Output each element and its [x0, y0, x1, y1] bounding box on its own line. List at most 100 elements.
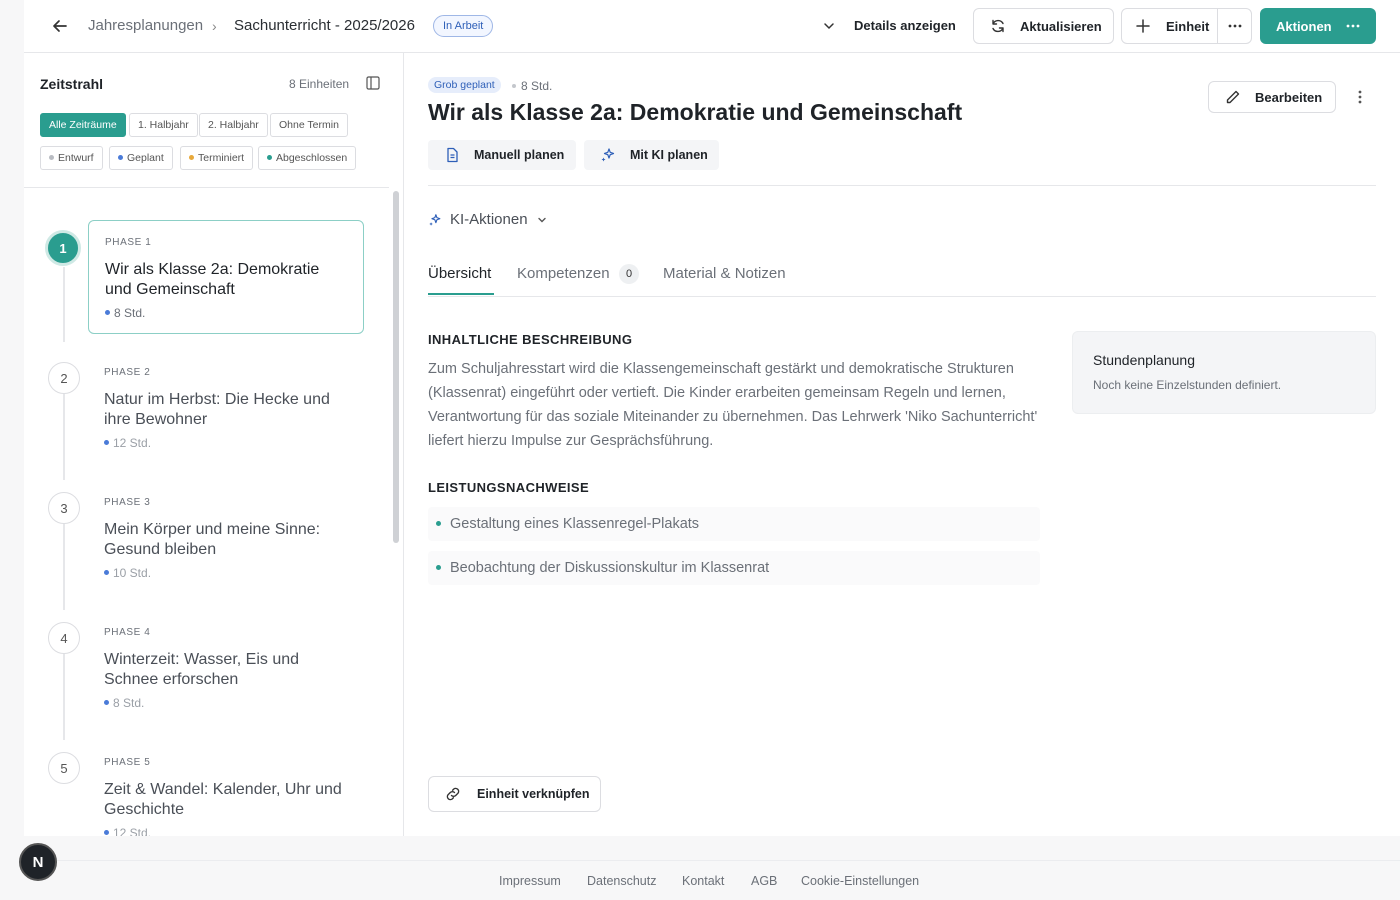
phase-label: PHASE 3: [104, 497, 151, 508]
phase-card-4[interactable]: PHASE 4 Winterzeit: Wasser, Eis und Schn…: [88, 611, 364, 726]
refresh-icon: [992, 19, 1004, 33]
plus-icon: [1136, 19, 1150, 33]
phase-hours: 12 Std.: [104, 436, 348, 450]
phase-hours-value: 8 Std.: [113, 696, 145, 710]
footer-link-cookie-settings[interactable]: Cookie-Einstellungen: [801, 874, 919, 888]
phase-title: Wir als Klasse 2a: Demokratie und Gemein…: [105, 261, 320, 298]
phase-label: PHASE 4: [104, 627, 151, 638]
phase-title: Winterzeit: Wasser, Eis und Schnee erfor…: [104, 651, 300, 688]
filter-status-planned[interactable]: Geplant: [109, 146, 173, 170]
status-dot: [105, 310, 110, 316]
sidebar-collapse-icon[interactable]: [366, 76, 380, 90]
tab-competencies[interactable]: Kompetenzen: [517, 265, 610, 282]
footer-link-imprint[interactable]: Impressum: [499, 874, 561, 888]
phase-card-3[interactable]: PHASE 3 Mein Körper und meine Sinne: Ges…: [88, 481, 364, 596]
breadcrumb-subject[interactable]: Sachunterricht - 2025/2026: [234, 17, 415, 34]
lesson-plan-title: Stundenplanung: [1093, 352, 1195, 368]
more-horizontal-icon: [1228, 24, 1242, 28]
phase-number-2[interactable]: 2: [48, 362, 80, 394]
assessment-text: Gestaltung eines Klassenregel-Plakats: [450, 516, 700, 532]
filter-status-draft[interactable]: Entwurf: [40, 146, 103, 170]
chip-label: Geplant: [127, 152, 164, 164]
tab-material-notes[interactable]: Material & Notizen: [663, 265, 786, 282]
phase-number-4[interactable]: 4: [48, 622, 80, 654]
filter-status-scheduled[interactable]: Terminiert: [180, 146, 254, 170]
chip-label: Terminiert: [198, 152, 245, 164]
lesson-plan-empty-text: Noch keine Einzelstunden definiert.: [1093, 378, 1282, 392]
document-icon: [447, 147, 458, 163]
chevron-down-icon: [537, 217, 546, 222]
unit-hours-value: 8 Std.: [521, 79, 553, 93]
phase-title: Mein Körper und meine Sinne: Gesund blei…: [104, 521, 321, 558]
list-item: Beobachtung der Diskussionskultur im Kla…: [428, 551, 1040, 585]
unit-detail-panel: Grob geplant 8 Std. Wir als Klasse 2a: D…: [404, 53, 1400, 836]
phase-hours: 12 Std.: [104, 826, 348, 836]
breadcrumb-planning[interactable]: Jahresplanungen: [88, 17, 203, 34]
filter-no-date[interactable]: Ohne Termin: [270, 113, 348, 137]
phase-hours-value: 12 Std.: [113, 826, 152, 836]
details-toggle[interactable]: Details anzeigen: [854, 18, 956, 33]
ai-actions-label: KI-Aktionen: [450, 211, 528, 228]
phase-hours-value: 8 Std.: [114, 306, 146, 320]
unit-button-group: Einheit: [1121, 8, 1252, 44]
timeline-connector: [63, 267, 65, 342]
phase-card-5[interactable]: PHASE 5 Zeit & Wandel: Kalender, Uhr und…: [88, 741, 364, 836]
tab-overview[interactable]: Übersicht: [428, 265, 491, 282]
add-unit-button[interactable]: Einheit: [1122, 9, 1217, 43]
phase-hours-value: 12 Std.: [113, 436, 152, 450]
page-footer: Impressum Datenschutz Kontakt AGB Cookie…: [24, 860, 1400, 900]
status-dot: [104, 570, 109, 576]
filter-first-half[interactable]: 1. Halbjahr: [129, 113, 198, 137]
unit-label: Einheit: [1166, 18, 1210, 34]
phase-title: Natur im Herbst: Die Hecke und ihre Bewo…: [104, 391, 330, 428]
edit-button[interactable]: Bearbeiten: [1208, 81, 1336, 113]
list-item: Gestaltung eines Klassenregel-Plakats: [428, 507, 1040, 541]
refresh-button[interactable]: Aktualisieren: [973, 8, 1114, 44]
divider: [24, 187, 389, 188]
active-tab-indicator: [428, 293, 494, 295]
plan-with-ai-label: Mit KI planen: [630, 148, 708, 162]
phase-number-1[interactable]: 1: [45, 230, 81, 266]
assessment-heading: LEISTUNGSNACHWEISE: [428, 480, 590, 495]
sidebar-scrollbar[interactable]: [393, 191, 399, 543]
top-header: Jahresplanungen › Sachunterricht - 2025/…: [24, 0, 1400, 53]
app-avatar-button[interactable]: N: [19, 843, 57, 881]
status-dot: [267, 154, 272, 160]
planning-status-badge: Grob geplant: [428, 77, 501, 93]
footer-link-terms[interactable]: AGB: [751, 874, 777, 888]
timeline-sidebar: Zeitstrahl 8 Einheiten Alle Zeiträume 1.…: [24, 53, 404, 836]
divider: [428, 185, 1376, 186]
unit-more-button[interactable]: [1218, 9, 1251, 43]
filter-status-completed[interactable]: Abgeschlossen: [258, 146, 357, 170]
edit-label: Bearbeiten: [1255, 89, 1323, 105]
link-unit-button[interactable]: Einheit verknüpfen: [428, 776, 601, 812]
plan-manually-label: Manuell planen: [474, 148, 565, 162]
bullet-dot: [436, 565, 441, 570]
description-text: Zum Schuljahresstart wird die Klassengem…: [428, 361, 1038, 449]
arrow-left-icon[interactable]: [50, 16, 70, 36]
actions-button[interactable]: Aktionen: [1260, 8, 1376, 44]
refresh-label: Aktualisieren: [1020, 18, 1102, 34]
timeline-connector: [63, 394, 65, 480]
footer-link-privacy[interactable]: Datenschutz: [587, 874, 656, 888]
phase-label: PHASE 5: [104, 757, 151, 768]
plan-manually-button[interactable]: Manuell planen: [428, 140, 576, 170]
phase-hours: 8 Std.: [105, 306, 347, 320]
status-dot: [189, 154, 194, 160]
footer-link-contact[interactable]: Kontakt: [682, 874, 724, 888]
status-badge: In Arbeit: [433, 15, 494, 37]
pencil-icon: [1226, 90, 1240, 104]
actions-label: Aktionen: [1276, 18, 1332, 34]
link-unit-label: Einheit verknüpfen: [477, 787, 590, 801]
phase-card-2[interactable]: PHASE 2 Natur im Herbst: Die Hecke und i…: [88, 351, 364, 466]
ai-actions-dropdown[interactable]: KI-Aktionen: [428, 211, 548, 228]
filter-second-half[interactable]: 2. Halbjahr: [199, 113, 268, 137]
chevron-down-icon[interactable]: [822, 19, 836, 33]
more-vertical-icon[interactable]: [1354, 89, 1366, 105]
phase-card-1[interactable]: PHASE 1 Wir als Klasse 2a: Demokratie un…: [88, 220, 364, 334]
phase-number-5[interactable]: 5: [48, 752, 80, 784]
phase-number-3[interactable]: 3: [48, 492, 80, 524]
plan-with-ai-button[interactable]: Mit KI planen: [584, 140, 719, 170]
phase-label: PHASE 2: [104, 367, 151, 378]
filter-all-periods[interactable]: Alle Zeiträume: [40, 113, 126, 137]
